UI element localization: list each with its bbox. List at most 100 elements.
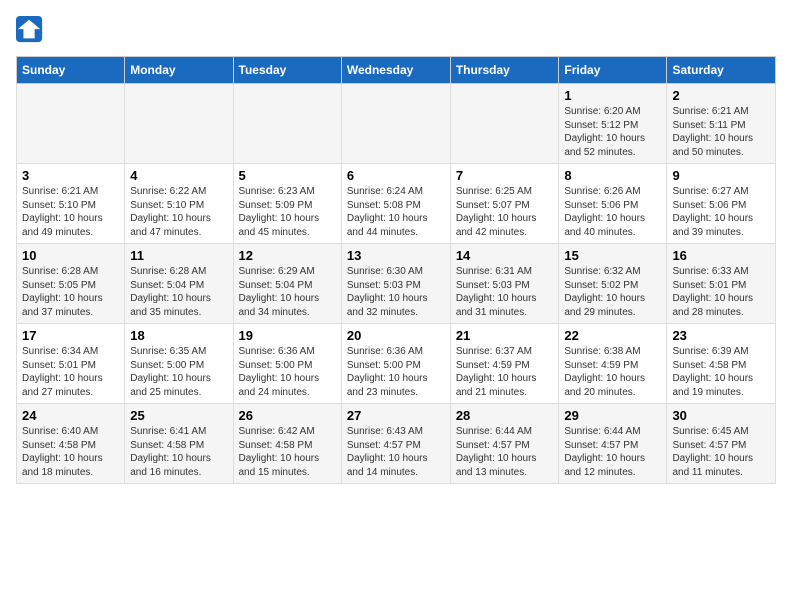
day-number: 26 [239, 408, 336, 423]
day-number: 18 [130, 328, 227, 343]
day-cell: 29Sunrise: 6:44 AMSunset: 4:57 PMDayligh… [559, 404, 667, 484]
week-row-1: 1 Sunrise: 6:20 AMSunset: 5:12 PMDaylight… [17, 84, 776, 164]
day-cell: 4 Sunrise: 6:22 AMSunset: 5:10 PMDaylight… [125, 164, 233, 244]
day-number: 11 [130, 248, 227, 263]
day-detail: Sunrise: 6:22 AMSunset: 5:10 PMDaylight:… [130, 185, 227, 239]
logo-icon [16, 16, 44, 44]
day-detail: Sunrise: 6:28 AMSunset: 5:04 PMDaylight:… [130, 265, 227, 319]
day-number: 1 [564, 88, 661, 103]
day-detail: Sunrise: 6:43 AMSunset: 4:57 PMDaylight:… [347, 425, 445, 479]
day-number: 27 [347, 408, 445, 423]
day-cell: 24 Sunrise: 6:40 AMSunset: 4:58 PMDayligh… [17, 404, 125, 484]
day-detail: Sunrise: 6:21 AMSunset: 5:11 PMDaylight:… [672, 105, 770, 159]
day-detail: Sunrise: 6:33 AMSunset: 5:01 PMDaylight:… [672, 265, 770, 319]
day-number: 5 [239, 168, 336, 183]
week-row-2: 3 Sunrise: 6:21 AMSunset: 5:10 PMDaylight… [17, 164, 776, 244]
day-detail: Sunrise: 6:44 AMSunset: 4:57 PMDaylight:… [456, 425, 554, 479]
day-detail: Sunrise: 6:36 AMSunset: 5:00 PMDaylight:… [347, 345, 445, 399]
day-header-saturday: Saturday [667, 57, 776, 84]
day-number: 20 [347, 328, 445, 343]
day-cell: 15Sunrise: 6:32 AMSunset: 5:02 PMDayligh… [559, 244, 667, 324]
day-detail: Sunrise: 6:23 AMSunset: 5:09 PMDaylight:… [239, 185, 336, 239]
day-cell: 9Sunrise: 6:27 AMSunset: 5:06 PMDaylight… [667, 164, 776, 244]
day-detail: Sunrise: 6:30 AMSunset: 5:03 PMDaylight:… [347, 265, 445, 319]
day-cell [233, 84, 341, 164]
day-detail: Sunrise: 6:39 AMSunset: 4:58 PMDaylight:… [672, 345, 770, 399]
day-detail: Sunrise: 6:20 AMSunset: 5:12 PMDaylight:… [564, 105, 661, 159]
day-number: 6 [347, 168, 445, 183]
day-cell: 8 Sunrise: 6:26 AMSunset: 5:06 PMDaylight… [559, 164, 667, 244]
day-cell: 7 Sunrise: 6:25 AMSunset: 5:07 PMDaylight… [450, 164, 559, 244]
day-header-thursday: Thursday [450, 57, 559, 84]
day-detail: Sunrise: 6:26 AMSunset: 5:06 PMDaylight:… [564, 185, 661, 239]
day-detail: Sunrise: 6:29 AMSunset: 5:04 PMDaylight:… [239, 265, 336, 319]
day-cell [125, 84, 233, 164]
week-row-3: 10Sunrise: 6:28 AMSunset: 5:05 PMDayligh… [17, 244, 776, 324]
day-number: 13 [347, 248, 445, 263]
day-header-sunday: Sunday [17, 57, 125, 84]
day-cell: 3 Sunrise: 6:21 AMSunset: 5:10 PMDaylight… [17, 164, 125, 244]
day-cell: 28 Sunrise: 6:44 AMSunset: 4:57 PMDayligh… [450, 404, 559, 484]
day-detail: Sunrise: 6:25 AMSunset: 5:07 PMDaylight:… [456, 185, 554, 239]
day-detail: Sunrise: 6:41 AMSunset: 4:58 PMDaylight:… [130, 425, 227, 479]
day-cell: 1 Sunrise: 6:20 AMSunset: 5:12 PMDaylight… [559, 84, 667, 164]
day-cell: 10Sunrise: 6:28 AMSunset: 5:05 PMDayligh… [17, 244, 125, 324]
day-detail: Sunrise: 6:36 AMSunset: 5:00 PMDaylight:… [239, 345, 336, 399]
week-row-4: 17 Sunrise: 6:34 AMSunset: 5:01 PMDayligh… [17, 324, 776, 404]
day-detail: Sunrise: 6:32 AMSunset: 5:02 PMDaylight:… [564, 265, 661, 319]
day-cell: 21 Sunrise: 6:37 AMSunset: 4:59 PMDayligh… [450, 324, 559, 404]
day-number: 24 [22, 408, 119, 423]
day-header-friday: Friday [559, 57, 667, 84]
day-number: 10 [22, 248, 119, 263]
day-detail: Sunrise: 6:38 AMSunset: 4:59 PMDaylight:… [564, 345, 661, 399]
day-number: 7 [456, 168, 554, 183]
day-detail: Sunrise: 6:27 AMSunset: 5:06 PMDaylight:… [672, 185, 770, 239]
day-cell [17, 84, 125, 164]
day-detail: Sunrise: 6:37 AMSunset: 4:59 PMDaylight:… [456, 345, 554, 399]
day-number: 4 [130, 168, 227, 183]
day-cell: 25 Sunrise: 6:41 AMSunset: 4:58 PMDayligh… [125, 404, 233, 484]
day-cell [341, 84, 450, 164]
day-cell: 27 Sunrise: 6:43 AMSunset: 4:57 PMDayligh… [341, 404, 450, 484]
day-number: 25 [130, 408, 227, 423]
day-cell: 2Sunrise: 6:21 AMSunset: 5:11 PMDaylight… [667, 84, 776, 164]
day-cell: 14 Sunrise: 6:31 AMSunset: 5:03 PMDayligh… [450, 244, 559, 324]
day-detail: Sunrise: 6:45 AMSunset: 4:57 PMDaylight:… [672, 425, 770, 479]
day-header-monday: Monday [125, 57, 233, 84]
day-cell: 20 Sunrise: 6:36 AMSunset: 5:00 PMDayligh… [341, 324, 450, 404]
header [16, 16, 776, 44]
day-number: 29 [564, 408, 661, 423]
day-header-tuesday: Tuesday [233, 57, 341, 84]
day-cell: 23 Sunrise: 6:39 AMSunset: 4:58 PMDayligh… [667, 324, 776, 404]
day-number: 8 [564, 168, 661, 183]
day-detail: Sunrise: 6:35 AMSunset: 5:00 PMDaylight:… [130, 345, 227, 399]
day-cell: 17 Sunrise: 6:34 AMSunset: 5:01 PMDayligh… [17, 324, 125, 404]
day-detail: Sunrise: 6:21 AMSunset: 5:10 PMDaylight:… [22, 185, 119, 239]
day-number: 21 [456, 328, 554, 343]
day-cell: 11 Sunrise: 6:28 AMSunset: 5:04 PMDayligh… [125, 244, 233, 324]
day-number: 30 [672, 408, 770, 423]
day-number: 23 [672, 328, 770, 343]
day-cell: 22Sunrise: 6:38 AMSunset: 4:59 PMDayligh… [559, 324, 667, 404]
day-number: 3 [22, 168, 119, 183]
day-number: 17 [22, 328, 119, 343]
day-cell: 26 Sunrise: 6:42 AMSunset: 4:58 PMDayligh… [233, 404, 341, 484]
day-cell [450, 84, 559, 164]
calendar-table: SundayMondayTuesdayWednesdayThursdayFrid… [16, 56, 776, 484]
logo [16, 16, 48, 44]
day-cell: 6 Sunrise: 6:24 AMSunset: 5:08 PMDaylight… [341, 164, 450, 244]
day-cell: 19 Sunrise: 6:36 AMSunset: 5:00 PMDayligh… [233, 324, 341, 404]
day-number: 14 [456, 248, 554, 263]
day-detail: Sunrise: 6:40 AMSunset: 4:58 PMDaylight:… [22, 425, 119, 479]
header-row: SundayMondayTuesdayWednesdayThursdayFrid… [17, 57, 776, 84]
day-cell: 16Sunrise: 6:33 AMSunset: 5:01 PMDayligh… [667, 244, 776, 324]
day-detail: Sunrise: 6:31 AMSunset: 5:03 PMDaylight:… [456, 265, 554, 319]
day-detail: Sunrise: 6:24 AMSunset: 5:08 PMDaylight:… [347, 185, 445, 239]
day-number: 28 [456, 408, 554, 423]
day-detail: Sunrise: 6:42 AMSunset: 4:58 PMDaylight:… [239, 425, 336, 479]
day-number: 19 [239, 328, 336, 343]
day-detail: Sunrise: 6:34 AMSunset: 5:01 PMDaylight:… [22, 345, 119, 399]
day-number: 12 [239, 248, 336, 263]
day-cell: 18 Sunrise: 6:35 AMSunset: 5:00 PMDayligh… [125, 324, 233, 404]
day-cell: 12 Sunrise: 6:29 AMSunset: 5:04 PMDayligh… [233, 244, 341, 324]
